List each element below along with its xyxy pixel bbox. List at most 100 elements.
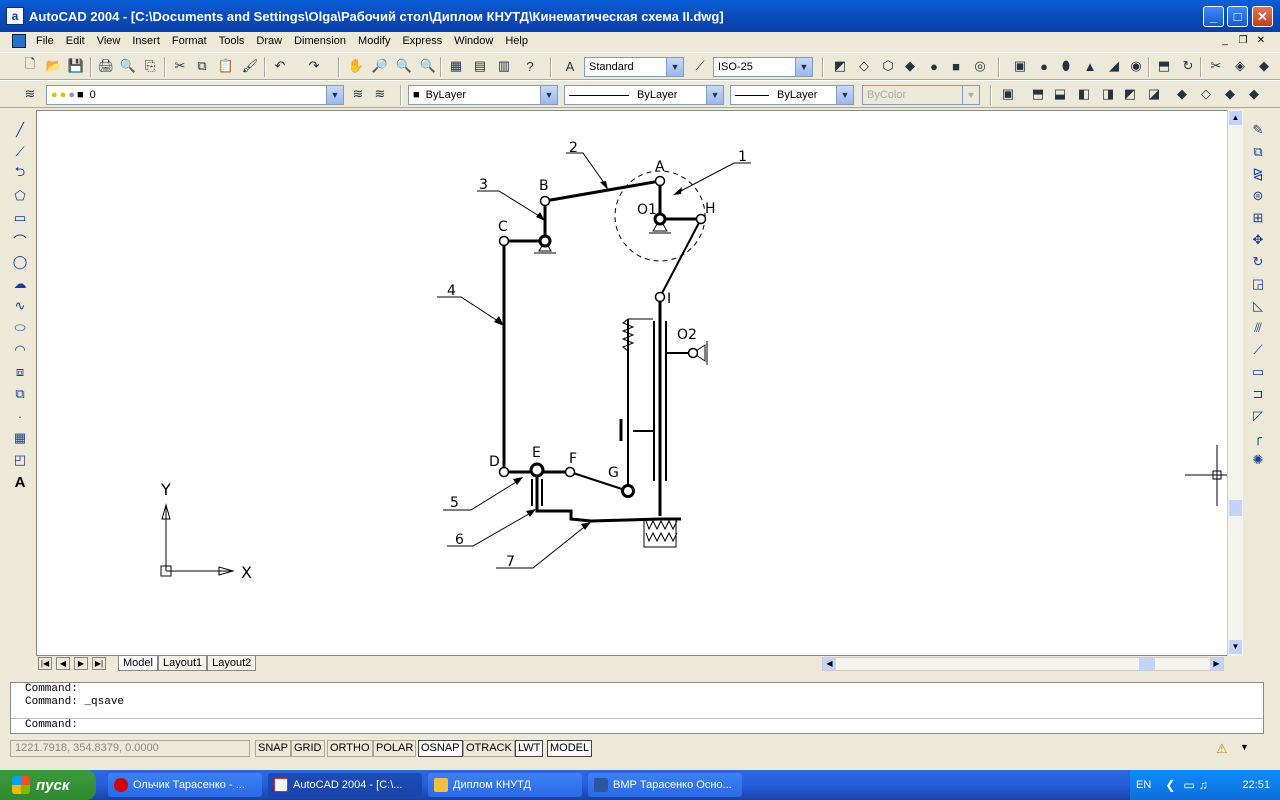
plot-preview-icon[interactable]: 🔍	[118, 56, 138, 76]
orbit-icon[interactable]: ◎	[970, 56, 990, 76]
zoom-previous-icon[interactable]: 🔍	[418, 56, 438, 76]
prev-tab-icon[interactable]: ◀	[56, 657, 70, 670]
front-view-icon[interactable]: ◩	[1120, 84, 1140, 104]
iso-view-icon[interactable]: ◇	[854, 56, 874, 76]
maximize-button[interactable]: □	[1227, 6, 1248, 27]
menu-format[interactable]: Format	[166, 35, 213, 47]
scroll-up-icon[interactable]: ▲	[1229, 111, 1242, 125]
chevron-left-icon[interactable]: ❮	[1165, 778, 1175, 792]
new-icon[interactable]: 🗋	[20, 56, 40, 76]
revolve-icon[interactable]: ↻	[1178, 56, 1198, 76]
menu-view[interactable]: View	[91, 35, 127, 47]
ortho-toggle[interactable]: ORTHO	[327, 740, 373, 757]
text-style-icon[interactable]: A	[560, 56, 580, 76]
region-icon[interactable]: ◰	[10, 450, 30, 470]
osnap-toggle[interactable]: OSNAP	[418, 740, 463, 757]
break-icon[interactable]: ⊐	[1248, 384, 1268, 404]
tool-palettes-icon[interactable]: ▥	[494, 56, 514, 76]
trim-icon[interactable]: ⫻	[1248, 318, 1268, 338]
break-at-point-icon[interactable]: ▭	[1248, 362, 1268, 382]
copy-icon[interactable]: ⧉	[192, 56, 212, 76]
explode-icon[interactable]: ✺	[1248, 450, 1268, 470]
last-tab-icon[interactable]: ▶|	[92, 657, 106, 670]
scroll-right-icon[interactable]: ▶	[1210, 658, 1223, 670]
redo-icon[interactable]: ↷	[304, 56, 324, 76]
grid-toggle[interactable]: GRID	[291, 740, 325, 757]
chevron-down-icon[interactable]: ▼	[666, 58, 683, 76]
otrack-toggle[interactable]: OTRACK	[463, 740, 515, 757]
pan-icon[interactable]: ✋	[346, 56, 366, 76]
menu-window[interactable]: Window	[448, 35, 499, 47]
top-view-icon[interactable]: ⬒	[1028, 84, 1048, 104]
color-select[interactable]: ■ ByLayer ▼	[408, 85, 558, 105]
doc-minimize-button[interactable]: _	[1218, 35, 1232, 48]
drawing-canvas[interactable]: A B C D E F G H I O1 O2 1 2 3 4 5 6 7 Y …	[36, 110, 1242, 656]
polyline-icon[interactable]: ⮌	[10, 164, 30, 184]
first-tab-icon[interactable]: |◀	[38, 657, 52, 670]
scroll-down-icon[interactable]: ▼	[1229, 640, 1242, 654]
sphere-icon[interactable]: ●	[924, 56, 944, 76]
wedge-icon[interactable]: ◢	[1104, 56, 1124, 76]
copy-object-icon[interactable]: ⧉	[1248, 142, 1268, 162]
volume-icon[interactable]: ♫	[1199, 778, 1208, 792]
extrude-icon[interactable]: ⬒	[1154, 56, 1174, 76]
close-button[interactable]: ✕	[1252, 6, 1273, 27]
interfere-icon[interactable]: ◆	[1254, 56, 1274, 76]
vertical-scrollbar[interactable]: ▲ ▼	[1227, 110, 1243, 656]
properties-icon[interactable]: ▦	[446, 56, 466, 76]
fillet-icon[interactable]: ╭	[1248, 428, 1268, 448]
polar-toggle[interactable]: POLAR	[373, 740, 417, 757]
construction-line-icon[interactable]: ⟋	[10, 142, 30, 162]
help-icon[interactable]: ?	[520, 56, 540, 76]
menu-tools[interactable]: Tools	[213, 35, 251, 47]
chevron-down-icon[interactable]: ▼	[836, 86, 853, 104]
shade-icon[interactable]: ◆	[900, 56, 920, 76]
line-icon[interactable]: ╱	[10, 120, 30, 140]
lwt-toggle[interactable]: LWT	[515, 740, 544, 757]
chamfer-icon[interactable]: ◸	[1248, 406, 1268, 426]
lineweight-select[interactable]: ByLayer ▼	[730, 85, 854, 105]
top-view-icon[interactable]: ◩	[830, 56, 850, 76]
network-icon[interactable]: ▭	[1183, 778, 1194, 792]
nw-iso-icon[interactable]: ◆	[1244, 84, 1264, 104]
communication-center-icon[interactable]: ⚠	[1216, 741, 1232, 757]
scroll-thumb[interactable]	[1229, 500, 1242, 516]
doc-close-button[interactable]: ✕	[1254, 35, 1268, 48]
torus-icon[interactable]: ◉	[1126, 56, 1146, 76]
clock[interactable]: 22:51	[1242, 779, 1270, 791]
back-view-icon[interactable]: ◪	[1144, 84, 1164, 104]
rectangle-icon[interactable]: ▭	[10, 208, 30, 228]
bottom-view-icon[interactable]: ⬓	[1050, 84, 1070, 104]
cone-icon[interactable]: ▲	[1080, 56, 1100, 76]
dim-style-select[interactable]: ISO-25 ▼	[713, 57, 813, 77]
point-icon[interactable]: ·	[10, 406, 30, 426]
se-iso-icon[interactable]: ◇	[1196, 84, 1216, 104]
menu-dimension[interactable]: Dimension	[288, 35, 352, 47]
doc-restore-button[interactable]: ❐	[1236, 35, 1250, 48]
polygon-icon[interactable]: ⬠	[10, 186, 30, 206]
revision-cloud-icon[interactable]: ☁	[10, 274, 30, 294]
spline-icon[interactable]: ∿	[10, 296, 30, 316]
ne-iso-icon[interactable]: ◆	[1220, 84, 1240, 104]
design-center-icon[interactable]: ▤	[470, 56, 490, 76]
paste-icon[interactable]: 📋	[216, 56, 236, 76]
zoom-window-icon[interactable]: 🔍	[394, 56, 414, 76]
taskbar-item-opera[interactable]: Ольчик Тарасенко - ...	[108, 773, 262, 797]
plot-icon[interactable]: 🖨	[96, 56, 116, 76]
publish-icon[interactable]: ⎘	[140, 56, 160, 76]
chevron-down-icon[interactable]: ▼	[706, 86, 723, 104]
open-icon[interactable]: 📂	[44, 56, 64, 76]
solid-box-icon[interactable]: ▣	[1010, 56, 1030, 76]
make-block-icon[interactable]: ⧉	[10, 384, 30, 404]
taskbar-item-autocad[interactable]: AutoCAD 2004 - [C:\...	[268, 773, 422, 797]
cylinder-icon[interactable]: ⬮	[1056, 56, 1076, 76]
hscroll-thumb[interactable]	[1139, 658, 1155, 670]
sw-iso-icon[interactable]: ◆	[1172, 84, 1192, 104]
ellipse-arc-icon[interactable]: ◠	[10, 340, 30, 360]
menu-express[interactable]: Express	[396, 35, 448, 47]
tab-model[interactable]: Model	[118, 656, 158, 671]
layer-manager-icon[interactable]: ≋	[20, 84, 40, 104]
wireframe-icon[interactable]: ⬡	[878, 56, 898, 76]
mirror-icon[interactable]: ⧎	[1248, 164, 1268, 184]
erase-icon[interactable]: ✎	[1248, 120, 1268, 140]
